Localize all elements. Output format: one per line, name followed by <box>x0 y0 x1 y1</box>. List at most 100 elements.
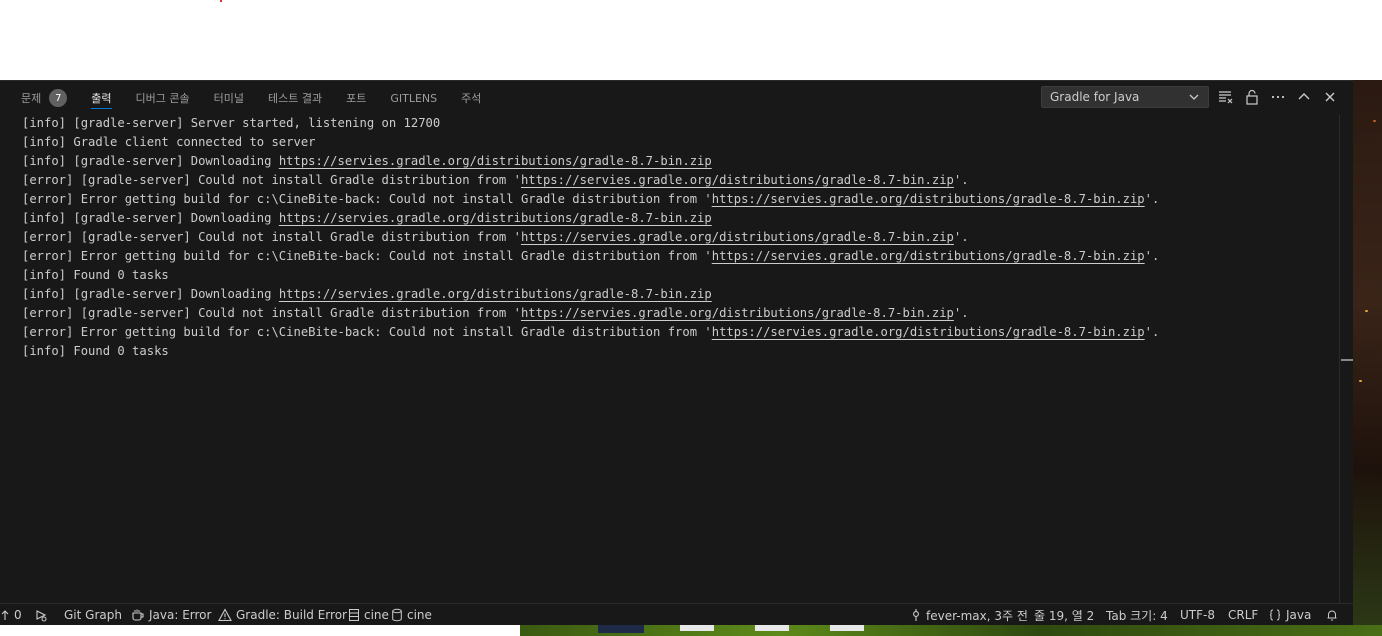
git-graph-label: Git Graph <box>64 608 122 622</box>
eol-label: CRLF <box>1228 608 1259 622</box>
log-line-suffix: '. <box>953 230 969 244</box>
log-line-text: [error] [gradle-server] Could not instal… <box>22 230 521 244</box>
log-line-text: [info] Found 0 tasks <box>22 344 169 358</box>
cursor-position-status[interactable]: 줄 19, 열 2 <box>1034 604 1094 626</box>
log-line: [info] Found 0 tasks <box>22 266 1159 285</box>
db-connection-label: cine <box>364 608 389 622</box>
log-line-link[interactable]: https://servies.gradle.org/distributions… <box>521 173 954 187</box>
more-actions-icon[interactable] <box>1269 88 1287 106</box>
maximize-panel-icon[interactable] <box>1295 88 1313 106</box>
log-line-link[interactable]: https://servies.gradle.org/distributions… <box>521 230 954 244</box>
gradle-status-label: Gradle: Build Error <box>236 608 347 622</box>
eol-status[interactable]: CRLF <box>1228 604 1258 626</box>
desktop-taskbar-strip <box>0 625 1382 636</box>
ports-count: 0 <box>14 608 22 622</box>
database-connection-status[interactable]: cine <box>348 604 389 626</box>
taskbar-thumbnail <box>680 625 714 631</box>
coffee-cup-icon <box>132 609 144 621</box>
tab-ports[interactable]: 포트 <box>346 81 366 115</box>
log-line-text: [info] Found 0 tasks <box>22 268 169 282</box>
server-icon <box>349 609 359 621</box>
log-line-text: [error] Error getting build for c:\CineB… <box>22 249 712 263</box>
tab-label: 디버그 콘솔 <box>135 92 190 105</box>
cursor-position-label: 줄 19, 열 2 <box>1034 608 1095 623</box>
tab-comments[interactable]: 주석 <box>461 81 481 115</box>
log-line: [error] Error getting build for c:\CineB… <box>22 247 1159 266</box>
tab-size-status[interactable]: Tab 크기: 4 <box>1106 604 1168 626</box>
log-line-text: [info] [gradle-server] Server started, l… <box>22 116 441 130</box>
problems-count-badge: 7 <box>49 89 68 107</box>
taskbar-thumbnail <box>830 625 864 631</box>
encoding-status[interactable]: UTF-8 <box>1180 604 1215 626</box>
output-channel-value: Gradle for Java <box>1050 90 1140 104</box>
tab-debug-console[interactable]: 디버그 콘솔 <box>136 81 190 115</box>
close-panel-icon[interactable] <box>1321 88 1339 106</box>
lock-icon[interactable] <box>1243 88 1261 106</box>
chevron-down-icon <box>1189 94 1199 100</box>
git-graph-status[interactable]: Git Graph <box>64 604 122 626</box>
wallpaper-spark <box>1373 120 1376 122</box>
taskbar-wallpaper <box>520 625 1382 636</box>
java-status-label: Java: Error <box>149 608 212 622</box>
log-line-text: [error] [gradle-server] Could not instal… <box>22 173 521 187</box>
output-panel: 문제 7 출력 디버그 콘솔 터미널 테스트 결과 포트 GITLENS 주석 … <box>0 80 1353 604</box>
log-line-text: [info] [gradle-server] Downloading <box>22 287 279 301</box>
log-line: [info] [gradle-server] Downloading https… <box>22 209 1159 228</box>
braces-icon <box>1269 609 1281 621</box>
log-line-link[interactable]: https://servies.gradle.org/distributions… <box>712 249 1145 263</box>
panel-tab-bar: 문제 7 출력 디버그 콘솔 터미널 테스트 결과 포트 GITLENS 주석 <box>0 81 505 115</box>
encoding-label: UTF-8 <box>1180 608 1215 622</box>
tab-output[interactable]: 출력 <box>91 81 112 115</box>
log-line-text: [error] [gradle-server] Could not instal… <box>22 306 521 320</box>
background-window-area <box>0 0 1382 80</box>
clear-output-icon[interactable] <box>1217 88 1235 106</box>
run-debug-status[interactable] <box>34 604 52 626</box>
log-line: [error] [gradle-server] Could not instal… <box>22 228 1159 247</box>
log-line-link[interactable]: https://servies.gradle.org/distributions… <box>279 211 712 225</box>
java-status[interactable]: Java: Error <box>131 604 211 626</box>
log-line: [info] [gradle-server] Downloading https… <box>22 285 1159 304</box>
taskbar-thumbnail <box>598 625 644 633</box>
tab-gitlens[interactable]: GITLENS <box>390 81 437 115</box>
tab-problems[interactable]: 문제 7 <box>21 81 68 115</box>
tab-label: 주석 <box>461 92 482 105</box>
tab-test-results[interactable]: 테스트 결과 <box>268 81 322 115</box>
log-line-text: [info] [gradle-server] Downloading <box>22 211 279 225</box>
log-line-link[interactable]: https://servies.gradle.org/distributions… <box>279 154 712 168</box>
log-line: [info] [gradle-server] Downloading https… <box>22 152 1159 171</box>
ports-status[interactable]: 0 <box>0 604 22 626</box>
status-bar: 0 Git Graph Java: Error Gradle: Build Er… <box>0 603 1353 625</box>
git-branch-status[interactable]: fever-max, 3주 전 <box>910 604 1028 626</box>
tab-terminal[interactable]: 터미널 <box>214 81 244 115</box>
wallpaper-spark <box>1359 380 1362 382</box>
scrollbar-position-marker <box>1341 359 1353 361</box>
gradle-status[interactable]: Gradle: Build Error <box>218 604 347 626</box>
log-line-link[interactable]: https://servies.gradle.org/distributions… <box>521 306 954 320</box>
log-line-text: [info] Gradle client connected to server <box>22 135 316 149</box>
log-line-text: [info] [gradle-server] Downloading <box>22 154 279 168</box>
log-line: [info] Found 0 tasks <box>22 342 1159 361</box>
output-channel-select[interactable]: Gradle for Java <box>1041 86 1209 108</box>
db-label: cine <box>407 608 432 622</box>
tab-label: 포트 <box>346 92 367 105</box>
log-line-link[interactable]: https://servies.gradle.org/distributions… <box>279 287 712 301</box>
tab-label: GITLENS <box>390 91 438 105</box>
log-line: [error] Error getting build for c:\CineB… <box>22 323 1159 342</box>
log-line-text: [error] Error getting build for c:\CineB… <box>22 325 712 339</box>
log-line-link[interactable]: https://servies.gradle.org/distributions… <box>712 192 1145 206</box>
stray-pixel <box>220 0 222 2</box>
log-line: [info] Gradle client connected to server <box>22 133 1159 152</box>
log-line: [error] Error getting build for c:\CineB… <box>22 190 1159 209</box>
log-line-suffix: '. <box>1144 249 1160 263</box>
output-log[interactable]: [info] [gradle-server] Server started, l… <box>22 114 1159 361</box>
log-line-suffix: '. <box>953 306 969 320</box>
log-line: [info] [gradle-server] Server started, l… <box>22 114 1159 133</box>
desktop-wallpaper-edge <box>1353 80 1382 636</box>
database-status[interactable]: cine <box>391 604 432 626</box>
log-line-text: [error] Error getting build for c:\CineB… <box>22 192 712 206</box>
log-line-link[interactable]: https://servies.gradle.org/distributions… <box>712 325 1145 339</box>
language-mode-status[interactable]: Java <box>1268 604 1311 626</box>
log-line-suffix: '. <box>953 173 969 187</box>
notifications-status[interactable] <box>1325 604 1343 626</box>
log-line-suffix: '. <box>1144 192 1160 206</box>
